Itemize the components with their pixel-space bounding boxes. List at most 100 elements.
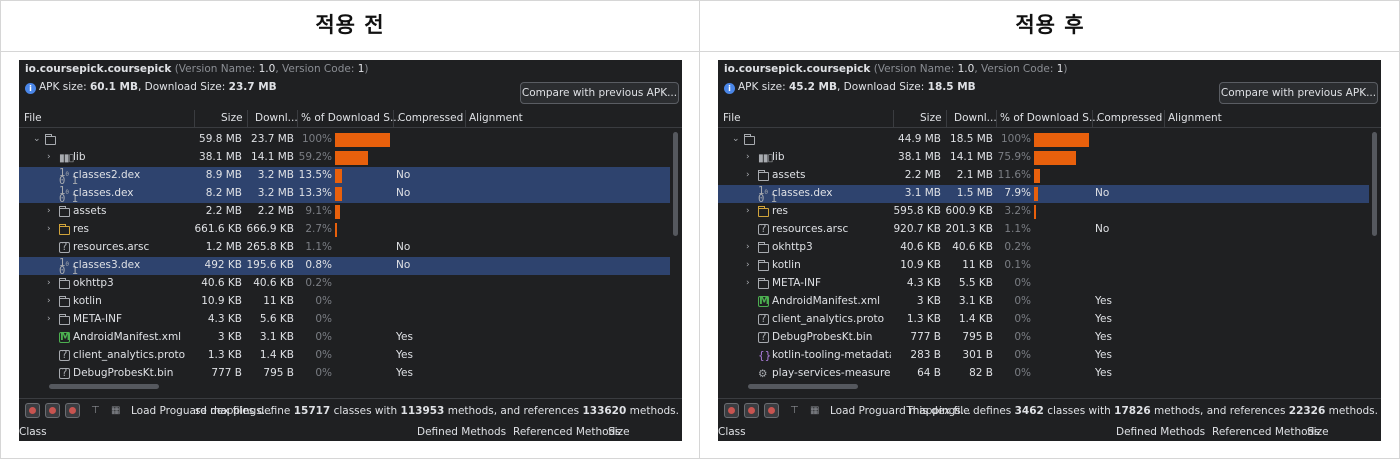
table-row[interactable]: {}kotlin-tooling-metadata.json 283 B 301 B… bbox=[718, 347, 1369, 365]
chevron-right-icon[interactable]: › bbox=[47, 152, 51, 162]
package-icon[interactable]: ▦ bbox=[810, 405, 819, 416]
col-divider[interactable] bbox=[893, 110, 894, 128]
table-row[interactable]: ⌄ 44.9 MB 18.5 MB 100% bbox=[718, 131, 1369, 149]
table-row[interactable]: › assets 2.2 MB 2.2 MB 9.1% bbox=[19, 203, 670, 221]
filter-references-icon[interactable] bbox=[764, 403, 779, 418]
table-row[interactable]: › okhttp3 40.6 KB 40.6 KB 0.2% bbox=[718, 239, 1369, 257]
table-row[interactable]: 10 0 1 classes.dex 3.1 MB 1.5 MB 7.9% No bbox=[718, 185, 1369, 204]
col-class-size[interactable]: Size bbox=[1307, 426, 1329, 438]
chevron-right-icon[interactable]: › bbox=[746, 206, 750, 216]
col-pct-download[interactable]: % of Download S... bbox=[301, 112, 400, 124]
chevron-right-icon[interactable]: › bbox=[47, 314, 51, 324]
compressed-flag: No bbox=[396, 259, 411, 271]
col-download[interactable]: Downl... bbox=[255, 112, 298, 124]
file-size: 4.3 KB bbox=[906, 277, 941, 289]
col-divider[interactable] bbox=[393, 110, 394, 128]
column-divider bbox=[699, 0, 700, 459]
col-size[interactable]: Size bbox=[920, 112, 942, 124]
col-download[interactable]: Downl... bbox=[954, 112, 997, 124]
chevron-right-icon[interactable]: › bbox=[47, 296, 51, 306]
table-row[interactable]: ? DebugProbesKt.bin 777 B 795 B 0% Yes bbox=[19, 365, 670, 383]
col-divider[interactable] bbox=[996, 110, 997, 128]
table-row[interactable]: ? client_analytics.proto 1.3 KB 1.4 KB 0% Yes bbox=[19, 347, 670, 365]
table-row[interactable]: ? resources.arsc 920.7 KB 201.3 KB 1.1% No bbox=[718, 221, 1369, 239]
col-divider[interactable] bbox=[297, 110, 298, 128]
filter-fields-icon[interactable] bbox=[25, 403, 40, 418]
col-referenced-methods[interactable]: Referenced Methods bbox=[513, 426, 621, 438]
table-row[interactable]: ⌄ 59.8 MB 23.7 MB 100% bbox=[19, 131, 670, 149]
filter-references-icon[interactable] bbox=[65, 403, 80, 418]
col-file[interactable]: File bbox=[723, 112, 741, 124]
tree-icon[interactable]: ⊤ bbox=[91, 405, 100, 416]
col-pct-download[interactable]: % of Download S... bbox=[1000, 112, 1099, 124]
chevron-right-icon[interactable]: › bbox=[47, 224, 51, 234]
tree-icon[interactable]: ⊤ bbox=[790, 405, 799, 416]
col-referenced-methods[interactable]: Referenced Methods bbox=[1212, 426, 1320, 438]
col-alignment[interactable]: Alignment bbox=[1168, 112, 1222, 124]
table-row[interactable]: ⚙ play-services-measurement 64 B 82 B 0% Yes bbox=[718, 365, 1369, 383]
chevron-right-icon[interactable]: › bbox=[746, 260, 750, 270]
table-row[interactable]: › lib 38.1 MB 14.1 MB 75.9% bbox=[718, 149, 1369, 167]
table-header: File Size Downl... % of Download S... Co… bbox=[19, 110, 682, 128]
chevron-down-icon[interactable]: ⌄ bbox=[732, 134, 740, 144]
table-row[interactable]: › META-INF 4.3 KB 5.5 KB 0% bbox=[718, 275, 1369, 293]
table-row[interactable]: › kotlin 10.9 KB 11 KB 0.1% bbox=[718, 257, 1369, 275]
table-row[interactable]: 10 0 1 classes.dex 8.2 MB 3.2 MB 13.3% No bbox=[19, 185, 670, 204]
table-row[interactable]: › res 661.6 KB 666.9 KB 2.7% bbox=[19, 221, 670, 239]
file-size: 10.9 KB bbox=[900, 259, 941, 271]
chevron-right-icon[interactable]: › bbox=[746, 278, 750, 288]
table-row[interactable]: ? DebugProbesKt.bin 777 B 795 B 0% Yes bbox=[718, 329, 1369, 347]
chevron-right-icon[interactable]: › bbox=[47, 278, 51, 288]
table-row[interactable]: › okhttp3 40.6 KB 40.6 KB 0.2% bbox=[19, 275, 670, 293]
table-row[interactable]: ? resources.arsc 1.2 MB 265.8 KB 1.1% No bbox=[19, 239, 670, 257]
package-icon[interactable]: ▦ bbox=[111, 405, 120, 416]
col-divider[interactable] bbox=[946, 110, 947, 128]
download-size: 82 B bbox=[969, 367, 993, 379]
filter-methods-icon[interactable] bbox=[744, 403, 759, 418]
col-class-size[interactable]: Size bbox=[608, 426, 630, 438]
download-percent: 0% bbox=[1014, 313, 1031, 325]
table-row[interactable]: ? client_analytics.proto 1.3 KB 1.4 KB 0% Yes bbox=[718, 311, 1369, 329]
col-compressed[interactable]: Compressed bbox=[398, 112, 463, 124]
chevron-right-icon[interactable]: › bbox=[47, 206, 51, 216]
col-divider[interactable] bbox=[1092, 110, 1093, 128]
vertical-scrollbar[interactable] bbox=[1372, 132, 1377, 236]
table-row[interactable]: › lib 38.1 MB 14.1 MB 59.2% bbox=[19, 149, 670, 167]
table-row[interactable]: › res 595.8 KB 600.9 KB 3.2% bbox=[718, 203, 1369, 221]
chevron-right-icon[interactable]: › bbox=[746, 152, 750, 162]
table-row[interactable]: M AndroidManifest.xml 3 KB 3.1 KB 0% Yes bbox=[718, 293, 1369, 311]
table-row[interactable]: 10 0 1 classes2.dex 8.9 MB 3.2 MB 13.5% No bbox=[19, 167, 670, 186]
compressed-flag: Yes bbox=[1095, 313, 1112, 325]
download-share-bar bbox=[335, 205, 340, 219]
file-name: res bbox=[772, 205, 789, 217]
filter-fields-icon[interactable] bbox=[724, 403, 739, 418]
table-row[interactable]: › assets 2.2 MB 2.1 MB 11.6% bbox=[718, 167, 1369, 185]
chevron-right-icon[interactable]: › bbox=[746, 242, 750, 252]
col-compressed[interactable]: Compressed bbox=[1097, 112, 1162, 124]
table-row[interactable]: › kotlin 10.9 KB 11 KB 0% bbox=[19, 293, 670, 311]
horizontal-scrollbar[interactable] bbox=[49, 384, 159, 389]
col-defined-methods[interactable]: Defined Methods bbox=[417, 426, 506, 438]
col-alignment[interactable]: Alignment bbox=[469, 112, 523, 124]
file-size: 40.6 KB bbox=[201, 277, 242, 289]
col-file[interactable]: File bbox=[24, 112, 42, 124]
chevron-down-icon[interactable]: ⌄ bbox=[33, 134, 41, 144]
chevron-right-icon[interactable]: › bbox=[746, 170, 750, 180]
compressed-flag: Yes bbox=[1095, 331, 1112, 343]
col-divider[interactable] bbox=[247, 110, 248, 128]
compare-apk-button[interactable]: Compare with previous APK... bbox=[520, 82, 679, 104]
table-row[interactable]: 10 0 1 classes3.dex 492 KB 195.6 KB 0.8% No bbox=[19, 257, 670, 276]
col-size[interactable]: Size bbox=[221, 112, 243, 124]
col-divider[interactable] bbox=[465, 110, 466, 128]
compare-apk-button[interactable]: Compare with previous APK... bbox=[1219, 82, 1378, 104]
col-divider[interactable] bbox=[1164, 110, 1165, 128]
filter-methods-icon[interactable] bbox=[45, 403, 60, 418]
table-row[interactable]: M AndroidManifest.xml 3 KB 3.1 KB 0% Yes bbox=[19, 329, 670, 347]
col-divider[interactable] bbox=[194, 110, 195, 128]
col-class[interactable]: Class bbox=[19, 426, 47, 438]
table-row[interactable]: › META-INF 4.3 KB 5.6 KB 0% bbox=[19, 311, 670, 329]
horizontal-scrollbar[interactable] bbox=[748, 384, 858, 389]
vertical-scrollbar[interactable] bbox=[673, 132, 678, 236]
col-defined-methods[interactable]: Defined Methods bbox=[1116, 426, 1205, 438]
col-class[interactable]: Class bbox=[718, 426, 746, 438]
